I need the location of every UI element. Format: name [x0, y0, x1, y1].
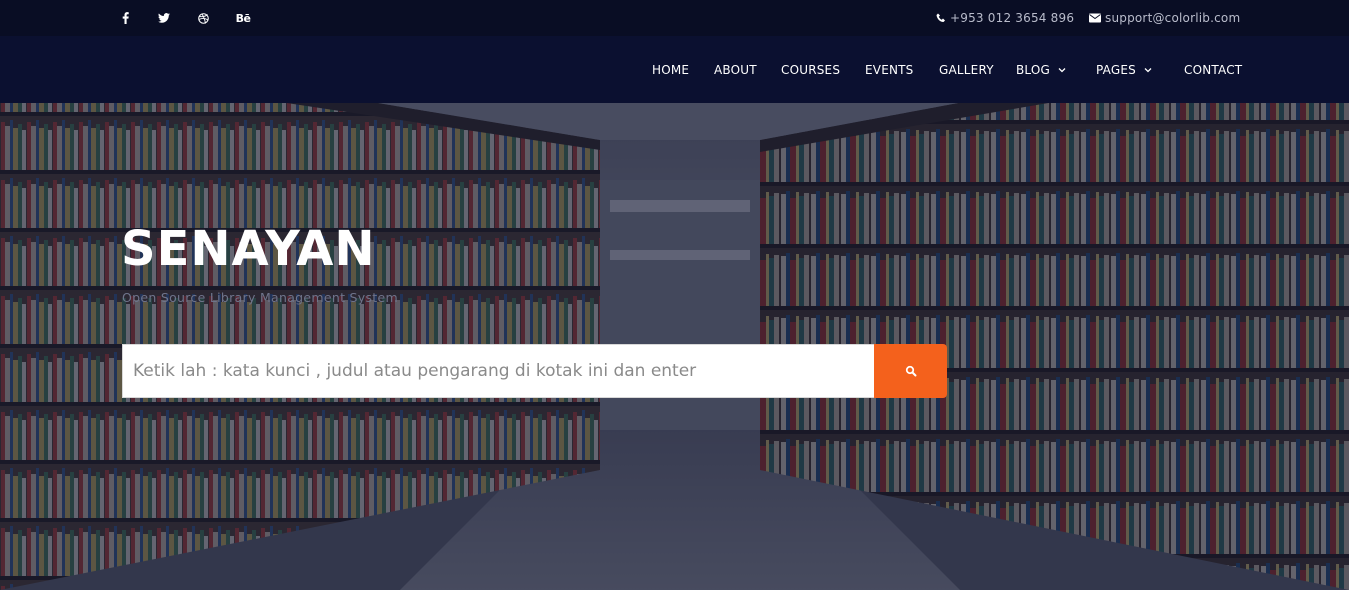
nav-item-about[interactable]: ABOUT	[714, 36, 757, 103]
twitter-icon[interactable]	[152, 0, 176, 36]
nav-item-pages[interactable]: PAGES	[1096, 36, 1152, 103]
dribbble-icon[interactable]	[191, 0, 215, 36]
page: Bē +953 012 3654 896 support@colorlib.co…	[0, 0, 1349, 590]
email-contact[interactable]: support@colorlib.com	[1089, 0, 1240, 36]
phone-icon	[936, 13, 945, 22]
nav-item-courses[interactable]: COURSES	[781, 36, 840, 103]
nav-item-home[interactable]: HOME	[652, 36, 689, 103]
behance-icon[interactable]: Bē	[231, 0, 255, 36]
chevron-down-icon	[1058, 67, 1066, 72]
search-icon	[905, 365, 916, 377]
nav-item-gallery[interactable]: GALLERY	[939, 36, 994, 103]
nav-item-blog[interactable]: BLOG	[1016, 36, 1066, 103]
email-address[interactable]: support@colorlib.com	[1105, 11, 1240, 25]
nav-item-blog-label: BLOG	[1016, 62, 1051, 77]
hero-title: SENAYAN	[121, 221, 376, 277]
hero-subtitle: Open Source Library Management System	[122, 290, 398, 305]
phone-contact: +953 012 3654 896	[936, 0, 1074, 36]
phone-number: +953 012 3654 896	[950, 11, 1075, 25]
search-input[interactable]	[122, 344, 874, 398]
nav-item-pages-label: PAGES	[1096, 62, 1136, 77]
facebook-icon[interactable]	[113, 0, 137, 36]
nav-item-events[interactable]: EVENTS	[865, 36, 914, 103]
nav-item-contact[interactable]: CONTACT	[1184, 36, 1242, 103]
envelope-icon	[1089, 13, 1101, 23]
top-bar: Bē +953 012 3654 896 support@colorlib.co…	[0, 0, 1349, 36]
search-button[interactable]	[874, 344, 947, 398]
main-navigation: HOME ABOUT COURSES EVENTS GALLERY BLOG P…	[0, 36, 1349, 103]
chevron-down-icon	[1144, 67, 1152, 72]
